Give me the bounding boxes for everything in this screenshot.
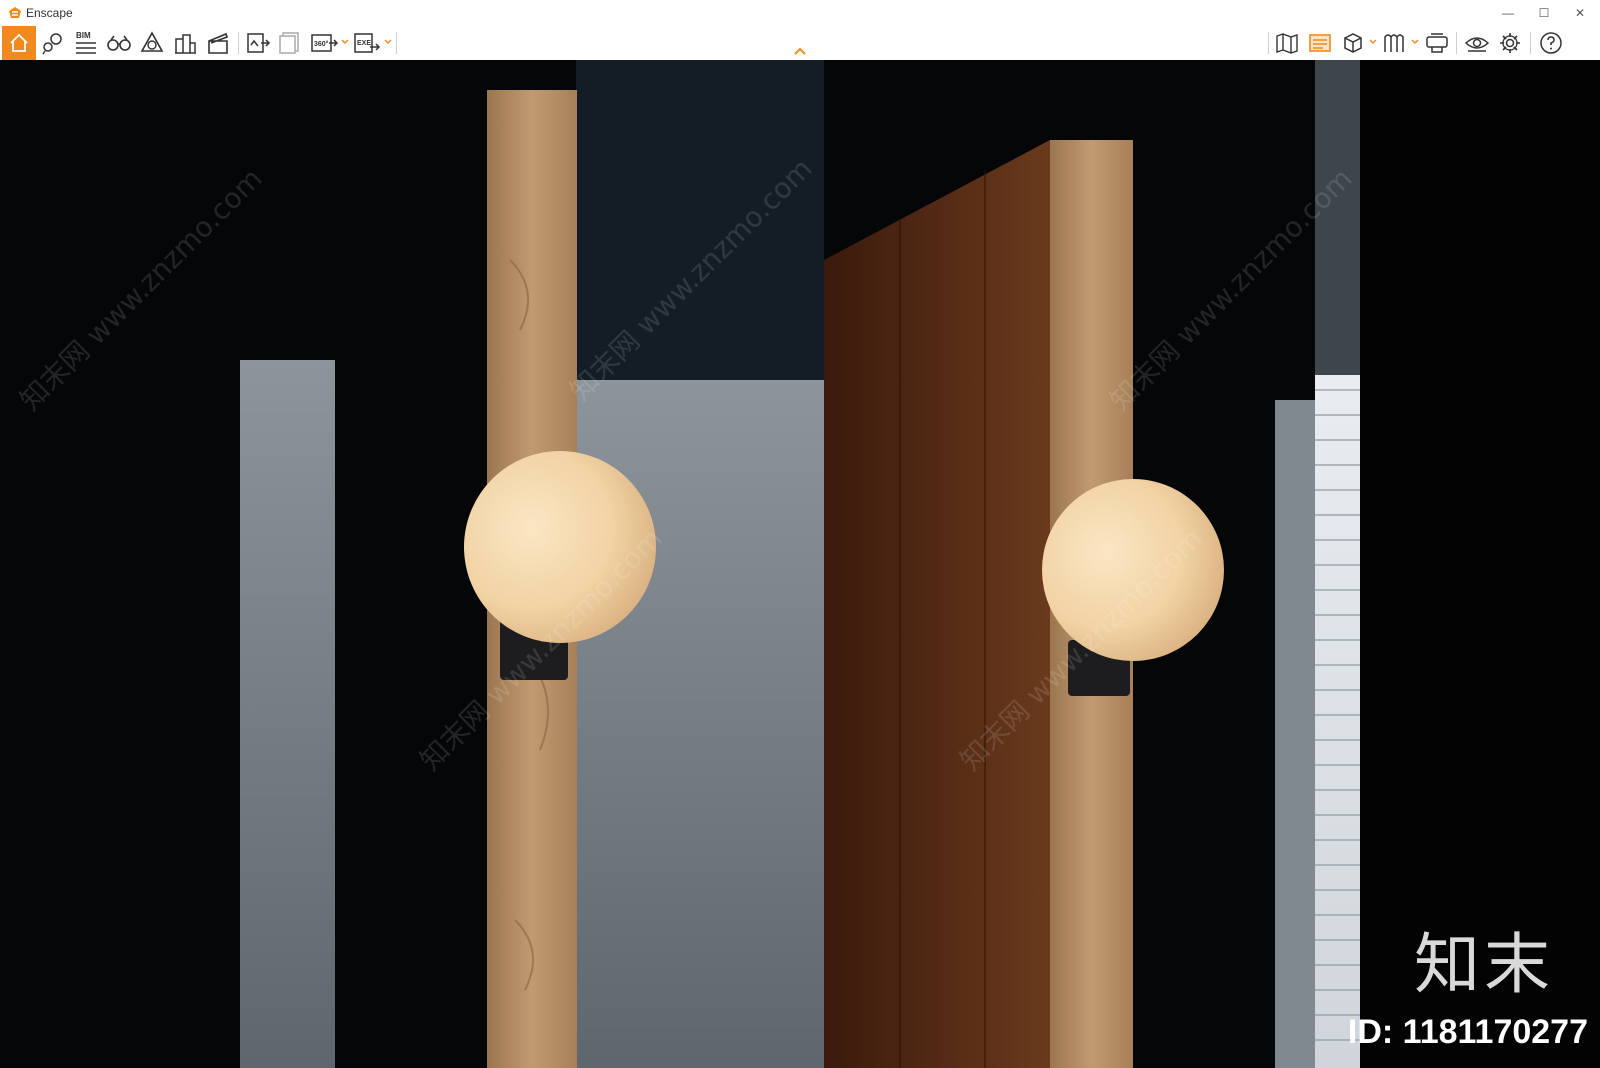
chevron-down-icon[interactable] [384,38,392,46]
atmosphere-button[interactable] [137,28,167,58]
batch-render-button[interactable] [276,28,306,58]
vr-headset-icon [1426,33,1448,53]
bim-label: BIM [76,31,91,40]
chevron-down-icon[interactable] [341,38,349,46]
visual-settings-button[interactable] [1462,28,1492,58]
chevron-down-icon[interactable] [1369,38,1377,46]
brand-watermark: 知末 [1414,926,1554,1003]
maximize-button[interactable]: ☐ [1526,0,1562,26]
toolbar-separator [1456,32,1457,54]
home-icon [10,33,28,52]
views-button[interactable] [1305,28,1335,58]
exe-export-icon: EXE [354,33,381,53]
chevron-down-icon[interactable] [1411,38,1419,46]
buildings-icon [175,34,196,54]
visual-settings-eye-icon [1464,37,1490,52]
map-view-icon [1276,33,1298,54]
toolbar-separator [1530,32,1531,54]
bim-icon: BIM [76,31,96,54]
close-icon: ✕ [1574,6,1586,20]
window-title: Enscape [26,6,73,20]
close-button[interactable]: ✕ [1562,0,1598,26]
panorama-360-icon: 360° [311,34,338,52]
panorama-360-label: 360° [314,40,329,48]
buildings-button[interactable] [170,28,200,58]
title-bar: Enscape — ☐ ✕ [0,0,1600,27]
maximize-icon: ☐ [1538,6,1550,20]
screenshot-export-button[interactable] [243,28,273,58]
sun-shadow-button[interactable] [1379,28,1409,58]
asset-library-button[interactable] [38,28,68,58]
panorama-360-button[interactable]: 360° [309,28,339,58]
section-cube-button[interactable] [1338,28,1368,58]
bim-button[interactable]: BIM [71,28,101,58]
asset-library-icon [42,33,62,55]
vr-headset-button[interactable] [1422,28,1452,58]
exe-export-button[interactable]: EXE [352,28,382,58]
minimize-icon: — [1502,6,1514,20]
settings-button[interactable] [1495,28,1525,58]
home-button[interactable] [2,26,36,60]
collapse-toolbar-chevron-icon[interactable] [792,46,808,56]
toolbar-separator [238,32,239,54]
sun-shadow-icon [1384,34,1404,52]
map-view-button[interactable] [1272,28,1302,58]
help-icon [1540,32,1562,54]
minimize-button[interactable]: — [1490,0,1526,26]
video-editor-icon [208,32,229,54]
image-id-label: ID: 1181170277 [1347,1013,1588,1051]
toolbar-separator [396,32,397,54]
atmosphere-icon [140,31,164,52]
screenshot-export-icon [247,33,271,53]
video-editor-button[interactable] [203,28,233,58]
binoculars-button[interactable] [104,28,134,58]
settings-gear-icon [1500,33,1520,53]
enscape-logo-icon [9,7,21,18]
binoculars-icon [107,35,131,51]
toolbar-separator [1268,32,1269,54]
render-viewport[interactable]: 知末网 www.znzmo.com 知末网 www.znzmo.com 知末网 … [0,60,1600,1068]
section-cube-icon [1344,33,1362,53]
views-icon [1309,34,1331,52]
exe-label: EXE [357,40,371,47]
rendered-scene [0,60,1600,1068]
help-button[interactable] [1536,28,1566,58]
batch-render-icon [279,32,299,54]
